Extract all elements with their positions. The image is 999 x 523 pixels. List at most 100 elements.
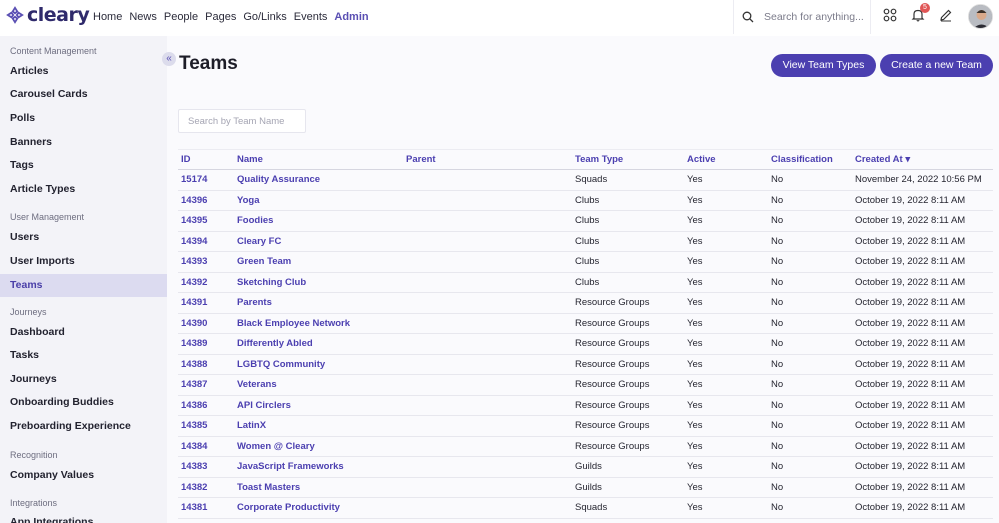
table-row[interactable]: 14393 Green Team Clubs Yes No October 19, 202…: [178, 251, 993, 273]
nav-golinks[interactable]: Go/Links: [243, 11, 286, 23]
column-header-parent[interactable]: Parent: [403, 149, 572, 170]
cell-name[interactable]: Parents: [234, 292, 403, 314]
sidebar-item-dashboard[interactable]: Dashboard: [0, 321, 167, 344]
sidebar-item-article-types[interactable]: Article Types: [0, 178, 167, 201]
table-row[interactable]: 14388 LGBTQ Community Resource Groups Yes No…: [178, 354, 993, 375]
column-header-name[interactable]: Name: [234, 149, 403, 170]
column-header-created-at[interactable]: Created At ▾: [852, 149, 993, 170]
collapse-sidebar-button[interactable]: «: [162, 52, 176, 66]
cell-name[interactable]: Cleary FC: [234, 231, 403, 252]
table-row[interactable]: 14385 LatinX Resource Groups Yes No October 1…: [178, 415, 993, 437]
sidebar-item-preboarding-experience[interactable]: Preboarding Experience: [0, 415, 167, 438]
table-row[interactable]: 14394 Cleary FC Clubs Yes No October 19, 2022…: [178, 231, 993, 252]
cell-id[interactable]: 14391: [178, 292, 234, 314]
cell-id[interactable]: 14384: [178, 436, 234, 457]
table-row[interactable]: 14390 Black Employee Network Resource Grou…: [178, 313, 993, 334]
cell-created-at: October 19, 2022 8:11 AM: [852, 374, 993, 396]
sidebar-item-app-integrations[interactable]: App Integrations: [0, 511, 167, 523]
cell-name[interactable]: Women @ Cleary: [234, 436, 403, 457]
cell-name[interactable]: Toast Masters: [234, 477, 403, 498]
nav-people[interactable]: People: [164, 11, 198, 23]
sidebar-item-banners[interactable]: Banners: [0, 131, 167, 154]
cell-classification: No: [768, 251, 852, 273]
cell-name[interactable]: API Circlers: [234, 395, 403, 416]
global-search: [733, 0, 871, 34]
cell-name[interactable]: Quality Assurance: [234, 169, 403, 191]
cell-id[interactable]: 14381: [178, 497, 234, 519]
cell-id[interactable]: 14395: [178, 210, 234, 232]
table-row[interactable]: 14395 Foodies Clubs Yes No October 19, 2022 8…: [178, 210, 993, 232]
cell-id[interactable]: 14389: [178, 333, 234, 355]
table-row[interactable]: 14384 Women @ Cleary Resource Groups Yes No O…: [178, 436, 993, 457]
cell-classification: No: [768, 497, 852, 519]
apps-grid-icon[interactable]: [883, 8, 897, 22]
cell-name[interactable]: Sketching Club: [234, 272, 403, 293]
pencil-icon[interactable]: [939, 8, 953, 22]
sidebar-item-journeys[interactable]: Journeys: [0, 368, 167, 391]
notifications-button[interactable]: 5: [911, 3, 930, 22]
cell-name[interactable]: Black Employee Network: [234, 313, 403, 334]
cell-id[interactable]: 14387: [178, 374, 234, 396]
cell-id[interactable]: 14383: [178, 456, 234, 478]
sidebar-item-user-imports[interactable]: User Imports: [0, 250, 167, 273]
sidebar-item-users[interactable]: Users: [0, 226, 167, 249]
column-header-active[interactable]: Active: [684, 149, 768, 170]
cell-team-type: Clubs: [572, 231, 684, 252]
table-row[interactable]: 14389 Differently Abled Resource Groups Yes…: [178, 333, 993, 355]
sidebar-item-polls[interactable]: Polls: [0, 107, 167, 130]
column-header-id[interactable]: ID: [178, 149, 234, 170]
table-row[interactable]: 14387 Veterans Resource Groups Yes No October…: [178, 374, 993, 396]
table-row[interactable]: 14382 Toast Masters Guilds Yes No October 19,…: [178, 477, 993, 498]
column-header-classification[interactable]: Classification: [768, 149, 852, 170]
cell-id[interactable]: 14396: [178, 190, 234, 211]
sidebar-item-onboarding-buddies[interactable]: Onboarding Buddies: [0, 391, 167, 414]
global-search-input[interactable]: [764, 11, 869, 23]
nav-pages[interactable]: Pages: [205, 11, 236, 23]
cell-id[interactable]: 15174: [178, 169, 234, 191]
sidebar-item-company-values[interactable]: Company Values: [0, 464, 167, 487]
cell-name[interactable]: Yoga: [234, 190, 403, 211]
team-search-input[interactable]: [188, 116, 308, 127]
cell-name[interactable]: Corporate Productivity: [234, 497, 403, 519]
cell-created-at: October 19, 2022 8:11 AM: [852, 456, 993, 478]
table-row[interactable]: 14391 Parents Resource Groups Yes No October …: [178, 292, 993, 314]
cell-name[interactable]: Foodies: [234, 210, 403, 232]
cell-id[interactable]: 14388: [178, 354, 234, 375]
cell-classification: No: [768, 477, 852, 498]
sidebar-item-carousel-cards[interactable]: Carousel Cards: [0, 83, 167, 106]
create-team-button[interactable]: Create a new Team: [880, 54, 993, 77]
cell-id[interactable]: 14392: [178, 272, 234, 293]
logo[interactable]: cleary: [6, 6, 90, 25]
cell-id[interactable]: 14393: [178, 251, 234, 273]
sidebar-item-tags[interactable]: Tags: [0, 154, 167, 177]
table-row[interactable]: 14392 Sketching Club Clubs Yes No October 19,…: [178, 272, 993, 293]
cell-name[interactable]: LatinX: [234, 415, 403, 437]
cell-team-type: Resource Groups: [572, 395, 684, 416]
nav-admin[interactable]: Admin: [334, 11, 368, 23]
cell-id[interactable]: 14385: [178, 415, 234, 437]
cell-id[interactable]: 14382: [178, 477, 234, 498]
cell-name[interactable]: JavaScript Frameworks: [234, 456, 403, 478]
cell-name[interactable]: Green Team: [234, 251, 403, 273]
table-row[interactable]: 14386 API Circlers Resource Groups Yes No Oct…: [178, 395, 993, 416]
sidebar-item-tasks[interactable]: Tasks: [0, 344, 167, 367]
cell-name[interactable]: Veterans: [234, 374, 403, 396]
nav-news[interactable]: News: [129, 11, 157, 23]
sidebar-item-teams[interactable]: Teams: [0, 274, 167, 297]
sidebar-item-articles[interactable]: Articles: [0, 60, 167, 83]
avatar[interactable]: [968, 4, 993, 29]
table-row[interactable]: 14383 JavaScript Frameworks Guilds Yes No Oct…: [178, 456, 993, 478]
column-header-team-type[interactable]: Team Type: [572, 149, 684, 170]
table-row[interactable]: 15174 Quality Assurance Squads Yes No Novembe…: [178, 169, 993, 191]
nav-home[interactable]: Home: [93, 11, 122, 23]
cell-id[interactable]: 14386: [178, 395, 234, 416]
nav-events[interactable]: Events: [294, 11, 328, 23]
cell-name[interactable]: LGBTQ Community: [234, 354, 403, 375]
table-row[interactable]: 14396 Yoga Clubs Yes No October 19, 2022 8:11…: [178, 190, 993, 211]
cell-name[interactable]: Differently Abled: [234, 333, 403, 355]
cell-id[interactable]: 14390: [178, 313, 234, 334]
cell-team-type: Resource Groups: [572, 415, 684, 437]
table-row[interactable]: 14381 Corporate Productivity Squads Yes No Oc…: [178, 497, 993, 519]
cell-id[interactable]: 14394: [178, 231, 234, 252]
view-team-types-button[interactable]: View Team Types: [771, 54, 876, 77]
